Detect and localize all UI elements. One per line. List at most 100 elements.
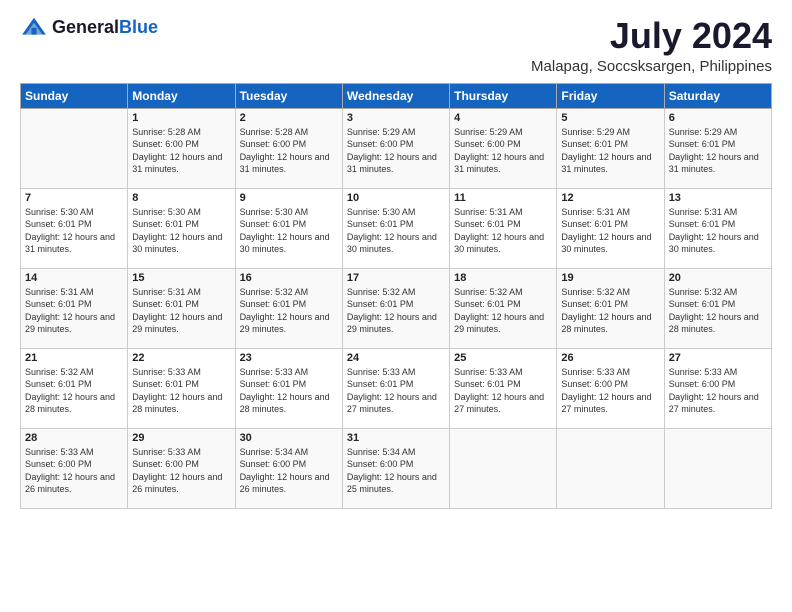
day-number: 20 (669, 272, 767, 284)
calendar-cell: 20 Sunrise: 5:32 AM Sunset: 6:01 PM Dayli… (664, 268, 771, 348)
day-info: Sunrise: 5:30 AM Sunset: 6:01 PM Dayligh… (347, 206, 445, 256)
calendar-cell: 7 Sunrise: 5:30 AM Sunset: 6:01 PM Daylig… (21, 188, 128, 268)
logo-icon (20, 16, 48, 38)
day-info: Sunrise: 5:33 AM Sunset: 6:01 PM Dayligh… (347, 366, 445, 416)
calendar-cell: 18 Sunrise: 5:32 AM Sunset: 6:01 PM Dayli… (450, 268, 557, 348)
day-number: 11 (454, 192, 552, 204)
day-number: 14 (25, 272, 123, 284)
day-number: 4 (454, 112, 552, 124)
month-title: July 2024 (531, 16, 772, 56)
calendar-cell: 12Sunrise: 5:31 AM Sunset: 6:01 PM Dayli… (557, 188, 664, 268)
calendar-body: 1Sunrise: 5:28 AM Sunset: 6:00 PM Daylig… (21, 108, 772, 508)
day-info: Sunrise: 5:31 AM Sunset: 6:01 PM Dayligh… (454, 206, 552, 256)
day-number: 15 (132, 272, 230, 284)
calendar-cell: 22 Sunrise: 5:33 AM Sunset: 6:01 PM Dayli… (128, 348, 235, 428)
day-info: Sunrise: 5:32 AM Sunset: 6:01 PM Dayligh… (240, 286, 338, 336)
day-info: Sunrise: 5:32 AM Sunset: 6:01 PM Dayligh… (25, 366, 123, 416)
col-friday: Friday (557, 83, 664, 108)
day-number: 26 (561, 352, 659, 364)
calendar-cell: 2Sunrise: 5:28 AM Sunset: 6:00 PM Daylig… (235, 108, 342, 188)
day-info: Sunrise: 5:32 AM Sunset: 6:01 PM Dayligh… (454, 286, 552, 336)
calendar-cell: 28 Sunrise: 5:33 AM Sunset: 6:00 PM Dayli… (21, 428, 128, 508)
day-info: Sunrise: 5:29 AM Sunset: 6:00 PM Dayligh… (347, 126, 445, 176)
calendar-week-4: 21Sunrise: 5:32 AM Sunset: 6:01 PM Dayli… (21, 348, 772, 428)
day-info: Sunrise: 5:33 AM Sunset: 6:00 PM Dayligh… (132, 446, 230, 496)
col-sunday: Sunday (21, 83, 128, 108)
calendar-cell: 25 Sunrise: 5:33 AM Sunset: 6:01 PM Dayli… (450, 348, 557, 428)
day-info: Sunrise: 5:32 AM Sunset: 6:01 PM Dayligh… (669, 286, 767, 336)
calendar-cell: 29 Sunrise: 5:33 AM Sunset: 6:00 PM Dayli… (128, 428, 235, 508)
day-number: 29 (132, 432, 230, 444)
calendar-cell: 1Sunrise: 5:28 AM Sunset: 6:00 PM Daylig… (128, 108, 235, 188)
day-info: Sunrise: 5:33 AM Sunset: 6:00 PM Dayligh… (669, 366, 767, 416)
calendar-cell: 16Sunrise: 5:32 AM Sunset: 6:01 PM Dayli… (235, 268, 342, 348)
day-info: Sunrise: 5:31 AM Sunset: 6:01 PM Dayligh… (25, 286, 123, 336)
calendar-week-5: 28 Sunrise: 5:33 AM Sunset: 6:00 PM Dayli… (21, 428, 772, 508)
col-tuesday: Tuesday (235, 83, 342, 108)
calendar-cell: 3 Sunrise: 5:29 AM Sunset: 6:00 PM Daylig… (342, 108, 449, 188)
day-number: 8 (132, 192, 230, 204)
day-number: 6 (669, 112, 767, 124)
calendar-cell: 26 Sunrise: 5:33 AM Sunset: 6:00 PM Dayli… (557, 348, 664, 428)
calendar-table: Sunday Monday Tuesday Wednesday Thursday… (20, 83, 772, 509)
day-number: 10 (347, 192, 445, 204)
calendar-cell (557, 428, 664, 508)
calendar-week-1: 1Sunrise: 5:28 AM Sunset: 6:00 PM Daylig… (21, 108, 772, 188)
logo-blue: Blue (119, 17, 158, 37)
day-info: Sunrise: 5:32 AM Sunset: 6:01 PM Dayligh… (347, 286, 445, 336)
header-row: Sunday Monday Tuesday Wednesday Thursday… (21, 83, 772, 108)
day-info: Sunrise: 5:31 AM Sunset: 6:01 PM Dayligh… (132, 286, 230, 336)
day-info: Sunrise: 5:33 AM Sunset: 6:00 PM Dayligh… (561, 366, 659, 416)
day-number: 19 (561, 272, 659, 284)
day-number: 31 (347, 432, 445, 444)
calendar-cell: 6 Sunrise: 5:29 AM Sunset: 6:01 PM Daylig… (664, 108, 771, 188)
day-number: 7 (25, 192, 123, 204)
day-info: Sunrise: 5:33 AM Sunset: 6:01 PM Dayligh… (132, 366, 230, 416)
day-info: Sunrise: 5:29 AM Sunset: 6:00 PM Dayligh… (454, 126, 552, 176)
calendar-cell: 8 Sunrise: 5:30 AM Sunset: 6:01 PM Daylig… (128, 188, 235, 268)
day-info: Sunrise: 5:29 AM Sunset: 6:01 PM Dayligh… (669, 126, 767, 176)
day-info: Sunrise: 5:33 AM Sunset: 6:01 PM Dayligh… (240, 366, 338, 416)
logo-general: General (52, 17, 119, 37)
logo: GeneralBlue (20, 16, 158, 38)
day-number: 22 (132, 352, 230, 364)
day-number: 2 (240, 112, 338, 124)
calendar-week-2: 7 Sunrise: 5:30 AM Sunset: 6:01 PM Daylig… (21, 188, 772, 268)
day-number: 30 (240, 432, 338, 444)
calendar-cell: 15 Sunrise: 5:31 AM Sunset: 6:01 PM Dayli… (128, 268, 235, 348)
day-number: 3 (347, 112, 445, 124)
calendar-cell: 30Sunrise: 5:34 AM Sunset: 6:00 PM Dayli… (235, 428, 342, 508)
day-number: 28 (25, 432, 123, 444)
col-monday: Monday (128, 83, 235, 108)
calendar-cell: 19Sunrise: 5:32 AM Sunset: 6:01 PM Dayli… (557, 268, 664, 348)
day-number: 9 (240, 192, 338, 204)
day-number: 18 (454, 272, 552, 284)
title-block: July 2024 Malapag, Soccsksargen, Philipp… (531, 16, 772, 75)
col-thursday: Thursday (450, 83, 557, 108)
page: GeneralBlue July 2024 Malapag, Soccsksar… (0, 0, 792, 612)
day-info: Sunrise: 5:30 AM Sunset: 6:01 PM Dayligh… (25, 206, 123, 256)
col-saturday: Saturday (664, 83, 771, 108)
day-number: 1 (132, 112, 230, 124)
day-info: Sunrise: 5:30 AM Sunset: 6:01 PM Dayligh… (132, 206, 230, 256)
day-number: 27 (669, 352, 767, 364)
day-number: 25 (454, 352, 552, 364)
day-number: 5 (561, 112, 659, 124)
calendar-cell: 5 Sunrise: 5:29 AM Sunset: 6:01 PM Daylig… (557, 108, 664, 188)
day-number: 17 (347, 272, 445, 284)
day-info: Sunrise: 5:31 AM Sunset: 6:01 PM Dayligh… (669, 206, 767, 256)
calendar-cell: 10 Sunrise: 5:30 AM Sunset: 6:01 PM Dayli… (342, 188, 449, 268)
day-number: 24 (347, 352, 445, 364)
day-info: Sunrise: 5:33 AM Sunset: 6:01 PM Dayligh… (454, 366, 552, 416)
location-title: Malapag, Soccsksargen, Philippines (531, 58, 772, 75)
calendar-cell (21, 108, 128, 188)
calendar-cell: 17 Sunrise: 5:32 AM Sunset: 6:01 PM Dayli… (342, 268, 449, 348)
day-info: Sunrise: 5:29 AM Sunset: 6:01 PM Dayligh… (561, 126, 659, 176)
calendar-cell: 4 Sunrise: 5:29 AM Sunset: 6:00 PM Daylig… (450, 108, 557, 188)
day-number: 13 (669, 192, 767, 204)
calendar-cell: 13 Sunrise: 5:31 AM Sunset: 6:01 PM Dayli… (664, 188, 771, 268)
day-info: Sunrise: 5:33 AM Sunset: 6:00 PM Dayligh… (25, 446, 123, 496)
calendar-cell: 21Sunrise: 5:32 AM Sunset: 6:01 PM Dayli… (21, 348, 128, 428)
day-info: Sunrise: 5:30 AM Sunset: 6:01 PM Dayligh… (240, 206, 338, 256)
day-number: 12 (561, 192, 659, 204)
